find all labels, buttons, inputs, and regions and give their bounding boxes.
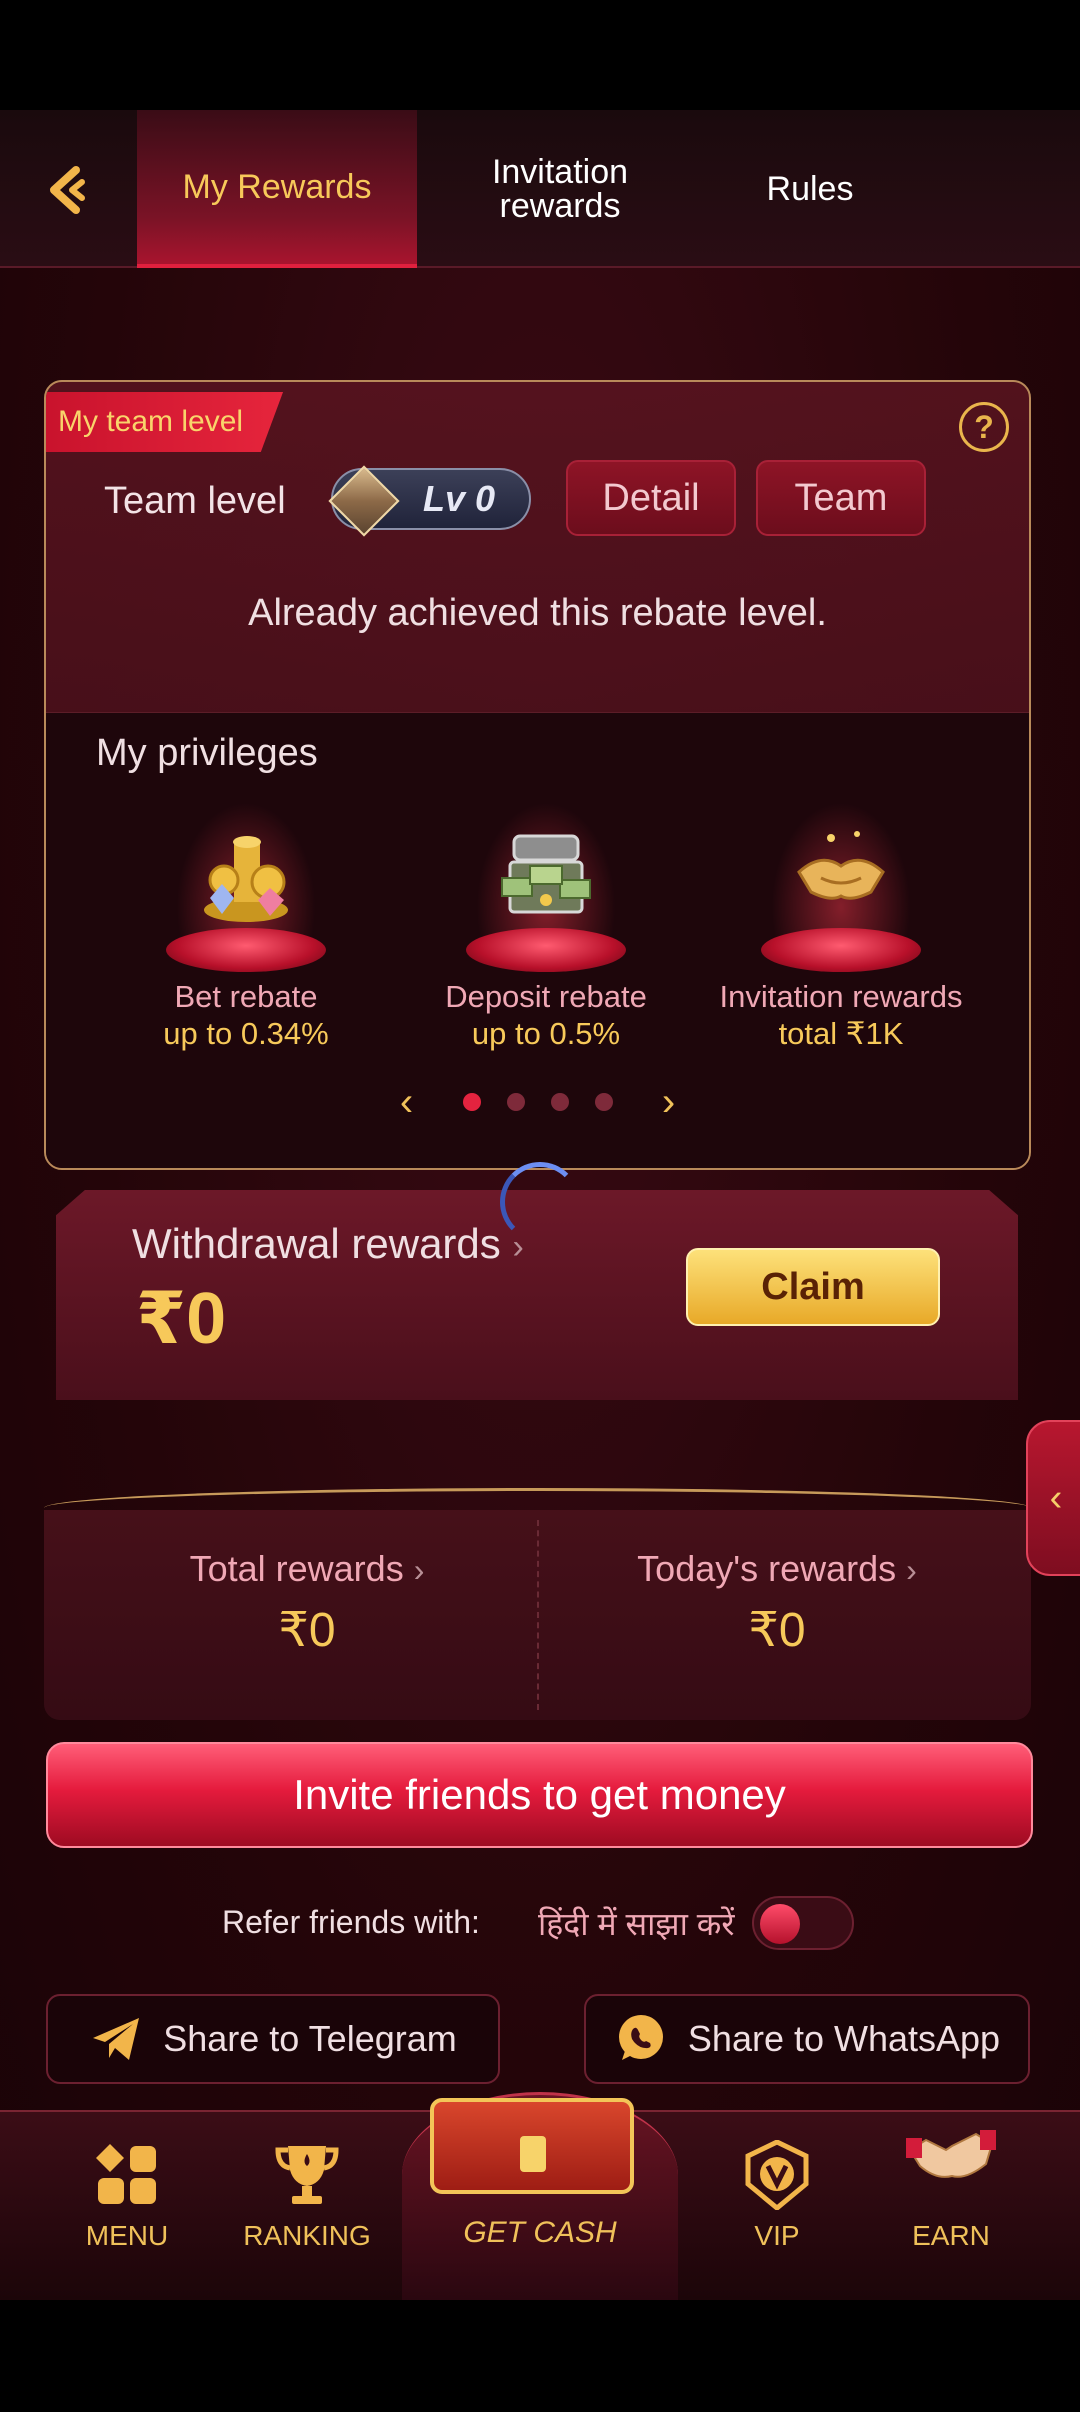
- privilege-deposit-rebate: Deposit rebate up to 0.5%: [396, 802, 696, 1052]
- privilege-invitation-rewards: Invitation rewards total ₹1K: [691, 802, 991, 1052]
- treasure-chest-icon: [430, 2098, 634, 2194]
- pager-dot[interactable]: [506, 1093, 525, 1111]
- chevron-left-icon[interactable]: ‹: [377, 1080, 437, 1125]
- claim-button[interactable]: Claim: [686, 1248, 940, 1326]
- chevron-right-icon: ›: [906, 1552, 917, 1588]
- system-nav-bar: [0, 2300, 1080, 2412]
- nav-menu-label: MENU: [85, 2220, 169, 2251]
- toggle-knob: [760, 1904, 800, 1944]
- rebate-status-text: Already achieved this rebate level.: [248, 592, 827, 634]
- team-level-ribbon: My team level: [46, 392, 284, 452]
- coins-gems-icon: [204, 836, 288, 922]
- status-bar: [0, 0, 1080, 110]
- privileges-title: My privileges: [96, 732, 318, 774]
- withdrawal-title[interactable]: Withdrawal rewards ›: [132, 1220, 524, 1268]
- nav-vip[interactable]: VIP: [692, 2139, 862, 2252]
- header-bar: My Rewards Invitation rewards Rules: [0, 110, 1080, 268]
- team-level-card: My team level ? Team level Lv 0 Detail T…: [44, 380, 1031, 1170]
- divider: [537, 1520, 539, 1710]
- nav-earn-label: EARN: [912, 2220, 990, 2251]
- nav-earn[interactable]: EARN: [866, 2130, 1036, 2252]
- share-telegram-label: Share to Telegram: [163, 2018, 457, 2059]
- chevron-right-icon: ›: [512, 1228, 524, 1266]
- withdrawal-title-text: Withdrawal rewards: [132, 1220, 501, 1267]
- handshake-icon: [906, 2130, 996, 2178]
- back-arrow-icon: [50, 166, 85, 214]
- total-rewards-value: ₹0: [278, 1604, 336, 1657]
- telegram-icon: [93, 2018, 140, 2060]
- trophy-icon: [275, 2146, 339, 2204]
- hindi-share-label: हिंदी में साझा करें: [538, 1906, 735, 1942]
- share-whatsapp-label: Share to WhatsApp: [687, 2018, 1001, 2059]
- nav-vip-label: VIP: [754, 2220, 800, 2251]
- rewards-screen: My Rewards Invitation rewards Rules My t…: [0, 110, 1080, 2300]
- handshake-icon: [797, 831, 885, 900]
- back-button[interactable]: [30, 150, 110, 230]
- todays-rewards-value: ₹0: [748, 1604, 806, 1657]
- refer-label: Refer friends with:: [222, 1904, 480, 1940]
- nav-ranking-label: RANKING: [243, 2220, 371, 2251]
- detail-button[interactable]: Detail: [566, 460, 736, 536]
- privileges-pager: ‹ ›: [46, 1080, 1029, 1125]
- tab-invitation-rewards[interactable]: Invitation rewards: [440, 110, 680, 268]
- privilege-label: Bet rebate: [174, 979, 318, 1014]
- privilege-label: Deposit rebate: [445, 979, 647, 1014]
- privilege-value: up to 0.34%: [163, 1016, 329, 1052]
- hindi-share-toggle[interactable]: [752, 1896, 854, 1950]
- menu-grid-icon: [96, 2144, 156, 2204]
- total-rewards-label: Total rewards: [189, 1548, 404, 1589]
- pager-dot[interactable]: [550, 1093, 569, 1111]
- level-gem-icon: [328, 465, 400, 537]
- whatsapp-icon: [618, 2015, 663, 2060]
- team-level-label: Team level: [104, 480, 286, 522]
- withdrawal-amount: ₹0: [136, 1279, 227, 1359]
- divider: [44, 1488, 1031, 1508]
- invite-friends-button[interactable]: Invite friends to get money: [46, 1742, 1033, 1848]
- privilege-value: total ₹1K: [778, 1016, 904, 1052]
- level-badge: Lv 0: [328, 465, 531, 537]
- nav-menu[interactable]: MENU: [42, 2140, 212, 2252]
- vip-shield-icon: [745, 2139, 809, 2212]
- help-icon[interactable]: ?: [959, 402, 1009, 452]
- tab-rules[interactable]: Rules: [700, 110, 920, 268]
- pager-dot[interactable]: [594, 1093, 613, 1111]
- chevron-right-icon: ›: [413, 1552, 425, 1588]
- level-value: Lv 0: [423, 478, 496, 519]
- todays-rewards-label: Today's rewards: [637, 1548, 897, 1589]
- share-whatsapp-button[interactable]: Share to WhatsApp: [584, 1994, 1030, 2084]
- privilege-bet-rebate: Bet rebate up to 0.34%: [96, 802, 396, 1052]
- tab-my-rewards[interactable]: My Rewards: [137, 110, 417, 268]
- team-button[interactable]: Team: [756, 460, 926, 536]
- treasure-chest-icon: [501, 834, 591, 914]
- pager-dot[interactable]: [462, 1093, 481, 1111]
- total-rewards[interactable]: Total rewards › ₹0: [107, 1548, 507, 1658]
- privilege-label: Invitation rewards: [719, 979, 963, 1014]
- chest-lock-icon: [520, 2136, 546, 2172]
- side-drawer-tab[interactable]: ‹: [1026, 1420, 1080, 1576]
- chevron-left-icon: ‹: [1049, 1476, 1063, 1519]
- nav-ranking[interactable]: RANKING: [222, 2140, 392, 2252]
- todays-rewards[interactable]: Today's rewards › ₹0: [577, 1548, 977, 1658]
- privilege-value: up to 0.5%: [471, 1016, 621, 1052]
- nav-get-cash-label: GET CASH: [463, 2216, 617, 2249]
- share-telegram-button[interactable]: Share to Telegram: [46, 1994, 500, 2084]
- chevron-right-icon[interactable]: ›: [639, 1080, 699, 1125]
